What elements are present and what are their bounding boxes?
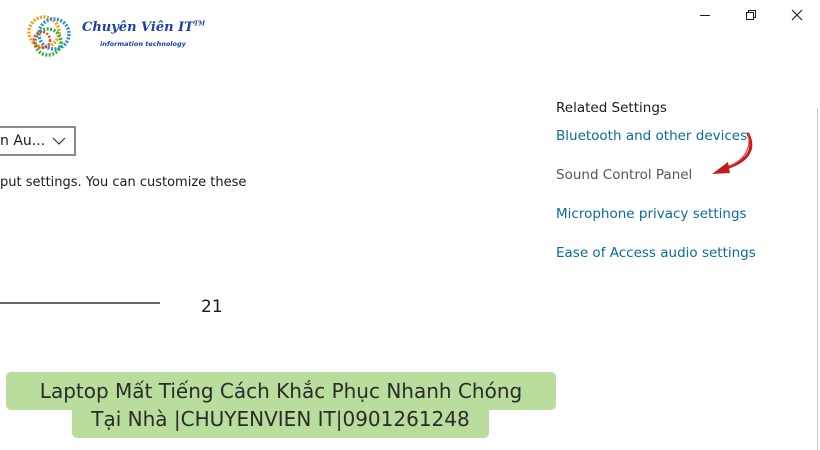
description-text: put settings. You can customize these: [0, 175, 247, 190]
volume-value: 21: [201, 297, 223, 317]
sound-control-panel-link[interactable]: Sound Control Panel: [556, 167, 692, 183]
input-device-dropdown[interactable]: n Au...: [0, 126, 76, 156]
ease-of-access-audio-link[interactable]: Ease of Access audio settings: [556, 245, 756, 261]
restore-icon: [746, 10, 756, 20]
window-controls: [682, 0, 820, 30]
minimize-button[interactable]: [682, 0, 728, 30]
chevron-down-icon: [52, 137, 66, 145]
scrollbar-track[interactable]: [817, 108, 818, 450]
dropdown-value: n Au...: [0, 133, 46, 149]
microphone-privacy-link[interactable]: Microphone privacy settings: [556, 206, 747, 222]
related-settings-heading: Related Settings: [556, 100, 667, 116]
close-button[interactable]: [774, 0, 820, 30]
volume-slider-track[interactable]: [0, 302, 160, 304]
red-arrow-icon: [712, 132, 753, 174]
logo-title: Chuyên Viên ITTM: [82, 20, 205, 35]
logo-rings-icon: [27, 15, 71, 57]
related-settings: Related Settings Bluetooth and other dev…: [556, 100, 756, 261]
restore-button[interactable]: [728, 0, 774, 30]
minimize-icon: [700, 15, 710, 16]
logo-subtitle: information technology: [100, 40, 186, 48]
caption-line-2: Tại Nhà |CHUYENVIEN IT|0901261248: [72, 404, 489, 438]
close-icon: [791, 9, 803, 21]
brand-logo: Chuyên Viên ITTM information technology: [22, 10, 212, 60]
